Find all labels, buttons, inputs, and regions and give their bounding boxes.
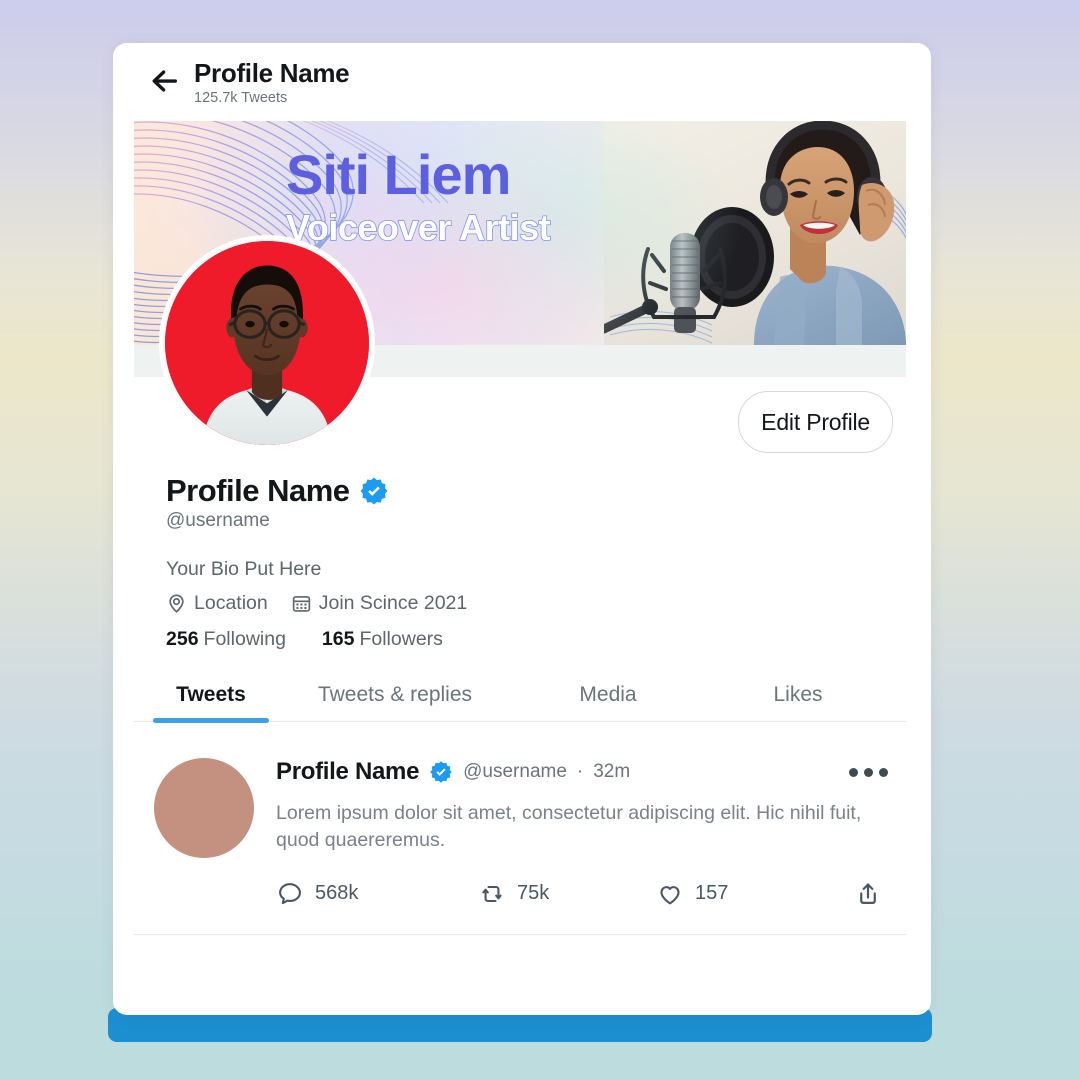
tweet-item-partial: [134, 935, 906, 969]
profile-section: Edit Profile Profile Name @username Your…: [113, 235, 931, 651]
tab-tweets[interactable]: Tweets: [145, 677, 277, 723]
banner-name: Siti Liem: [286, 143, 511, 206]
retweet-action[interactable]: 75k: [478, 880, 656, 908]
more-options-icon[interactable]: [849, 767, 892, 777]
tweet-actions: 568k 75k 157: [276, 880, 892, 908]
location-text: Location: [194, 592, 268, 614]
tweet-list: Profile Name @username · 32m Lorem ipsum…: [134, 722, 906, 969]
calendar-icon: [292, 596, 310, 612]
joined-meta: Join Scince 2021: [291, 592, 468, 615]
tweet-item[interactable]: Profile Name @username · 32m Lorem ipsum…: [134, 722, 906, 935]
tweet-text: Lorem ipsum dolor sit amet, consectetur …: [276, 802, 862, 851]
tab-tweets-replies[interactable]: Tweets & replies: [277, 677, 513, 721]
tweet-author-name: Profile Name: [276, 758, 420, 785]
tweet-separator: ·: [576, 761, 584, 782]
profile-card: Profile Name 125.7k Tweets Siti Liem Voi…: [113, 43, 931, 1015]
more-dot: [849, 767, 858, 777]
followers-label: Followers: [359, 628, 443, 650]
banner-photo: [604, 121, 906, 345]
profile-bio: Your Bio Put Here: [166, 558, 322, 580]
profile-stats: 256 Following 165 Followers: [166, 628, 906, 651]
profile-tabs: Tweets Tweets & replies Media Likes: [134, 677, 906, 723]
tab-likes[interactable]: Likes: [703, 677, 893, 721]
location-meta: Location: [166, 592, 268, 615]
reply-count: 568k: [315, 882, 359, 905]
avatar[interactable]: [159, 235, 375, 451]
like-count: 157: [695, 882, 729, 905]
page-header: Profile Name 125.7k Tweets: [113, 43, 931, 121]
tweet-body: Profile Name @username · 32m Lorem ipsum…: [276, 758, 892, 908]
more-dot: [879, 767, 888, 777]
more-dot: [864, 767, 873, 777]
share-action[interactable]: [854, 880, 882, 908]
tweet-timestamp: 32m: [593, 761, 631, 782]
tab-media[interactable]: Media: [513, 677, 703, 721]
display-name: Profile Name: [166, 473, 350, 508]
verified-badge-icon: [430, 761, 452, 783]
tweet-header: Profile Name @username · 32m: [276, 758, 892, 786]
like-action[interactable]: 157: [656, 880, 846, 908]
tweet-count: 125.7k Tweets: [194, 90, 288, 107]
retweet-count: 75k: [517, 882, 550, 905]
edit-profile-button[interactable]: Edit Profile: [738, 391, 893, 453]
page-title: Profile Name: [194, 58, 350, 88]
banner-text-block: Siti Liem Voiceover Artist: [285, 143, 551, 248]
display-name-row: Profile Name: [166, 473, 906, 509]
location-pin-icon: [169, 594, 184, 613]
banner-subtitle: Voiceover Artist: [285, 207, 551, 248]
comment-icon: [279, 882, 301, 904]
profile-handle: @username: [166, 510, 270, 531]
profile-meta: Location Join Scince 2021: [166, 592, 906, 615]
following-label: Following: [203, 628, 286, 650]
joined-text: Join Scince 2021: [318, 592, 468, 614]
heart-icon: [660, 885, 680, 905]
verified-badge-icon: [360, 477, 388, 505]
profile-identity: Profile Name @username Your Bio Put Here…: [134, 473, 906, 651]
reply-action[interactable]: 568k: [276, 880, 478, 908]
retweet-icon: [482, 885, 502, 902]
share-icon: [860, 883, 876, 904]
following-count: 256: [166, 628, 199, 650]
followers-stat[interactable]: 165 Followers: [322, 628, 443, 651]
following-stat[interactable]: 256 Following: [166, 628, 286, 651]
tweet-author-handle: @username: [463, 761, 567, 782]
back-arrow-icon[interactable]: [150, 66, 180, 96]
followers-count: 165: [321, 628, 355, 650]
tweet-avatar[interactable]: [154, 758, 254, 858]
avatar-photo: [165, 241, 369, 445]
